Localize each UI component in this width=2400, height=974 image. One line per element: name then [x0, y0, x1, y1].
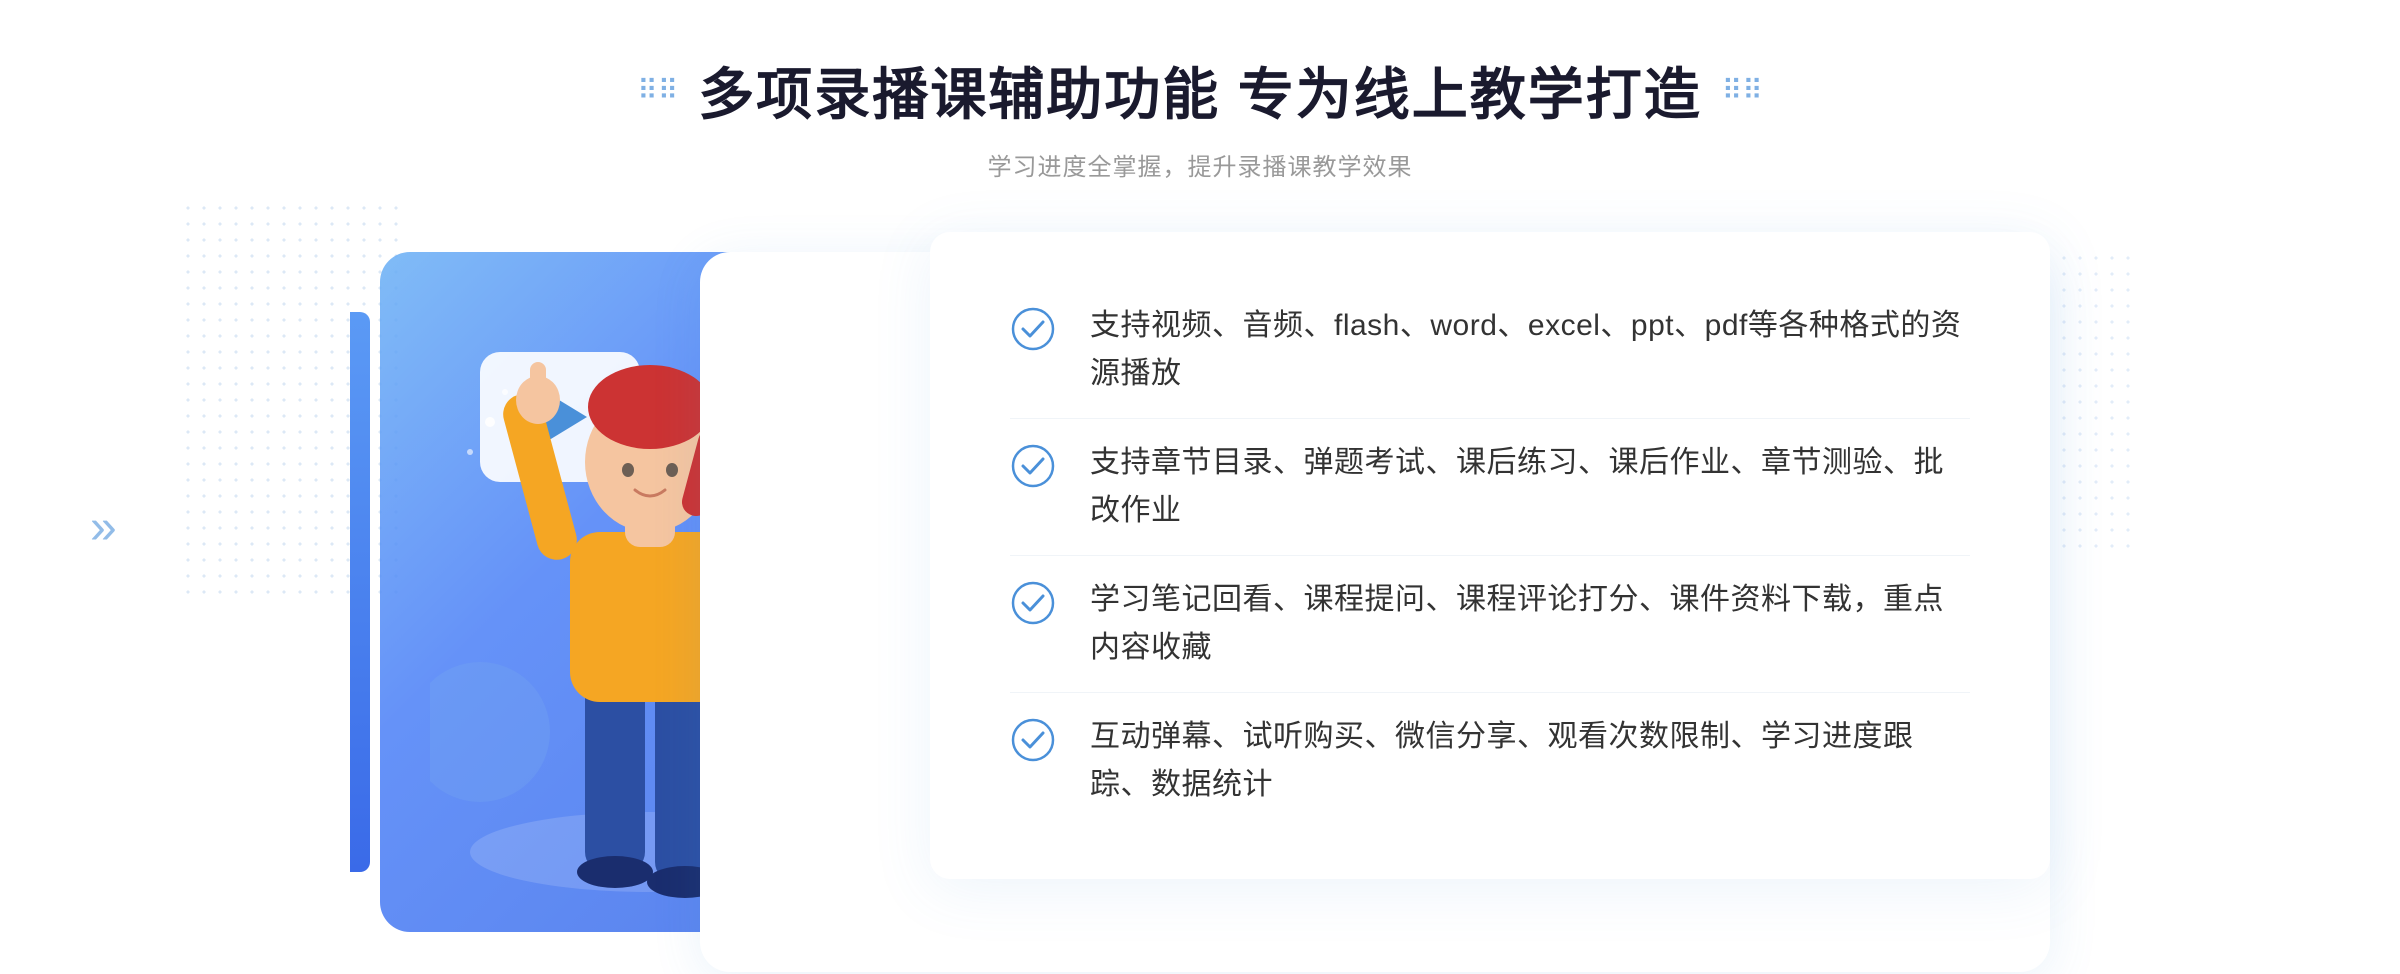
check-icon-1	[1010, 306, 1060, 356]
right-features-panel: 支持视频、音频、flash、word、excel、ppt、pdf等各种格式的资源…	[930, 232, 2050, 879]
feature-text-4: 互动弹幕、试听购买、微信分享、观看次数限制、学习进度跟踪、数据统计	[1090, 713, 1970, 809]
feature-item-1: 支持视频、音频、flash、word、excel、ppt、pdf等各种格式的资源…	[1010, 282, 1970, 418]
check-icon-3	[1010, 580, 1060, 630]
page-title: 多项录播课辅助功能 专为线上教学打造	[698, 50, 1702, 131]
page-subtitle: 学习进度全掌握，提升录播课教学效果	[637, 147, 1763, 182]
feature-text-1: 支持视频、音频、flash、word、excel、ppt、pdf等各种格式的资源…	[1090, 302, 1970, 398]
feature-text-2: 支持章节目录、弹题考试、课后练习、课后作业、章节测验、批改作业	[1090, 439, 1970, 535]
header-title-row: ⠿⠿ 多项录播课辅助功能 专为线上教学打造 ⠿⠿	[637, 50, 1763, 131]
header-section: ⠿⠿ 多项录播课辅助功能 专为线上教学打造 ⠿⠿ 学习进度全掌握，提升录播课教学…	[637, 50, 1763, 182]
page-wrapper: » ⠿⠿ 多项录播课辅助功能 专为线上教学打造 ⠿⠿ 学习进度全掌握，提升录播课…	[0, 0, 2400, 974]
main-content: 支持视频、音频、flash、word、excel、ppt、pdf等各种格式的资源…	[350, 232, 2050, 952]
feature-item-2: 支持章节目录、弹题考试、课后练习、课后作业、章节测验、批改作业	[1010, 419, 1970, 555]
blue-accent-bar	[350, 312, 370, 872]
feature-item-4: 互动弹幕、试听购买、微信分享、观看次数限制、学习进度跟踪、数据统计	[1010, 693, 1970, 829]
header-dots-left-icon: ⠿⠿	[637, 74, 678, 107]
feature-text-3: 学习笔记回看、课程提问、课程评论打分、课件资料下载，重点内容收藏	[1090, 576, 1970, 672]
check-icon-2	[1010, 443, 1060, 493]
header-dots-right-icon: ⠿⠿	[1722, 74, 1763, 107]
check-icon-4	[1010, 717, 1060, 767]
feature-item-3: 学习笔记回看、课程提问、课程评论打分、课件资料下载，重点内容收藏	[1010, 556, 1970, 692]
chevron-left-icon: »	[90, 500, 117, 555]
